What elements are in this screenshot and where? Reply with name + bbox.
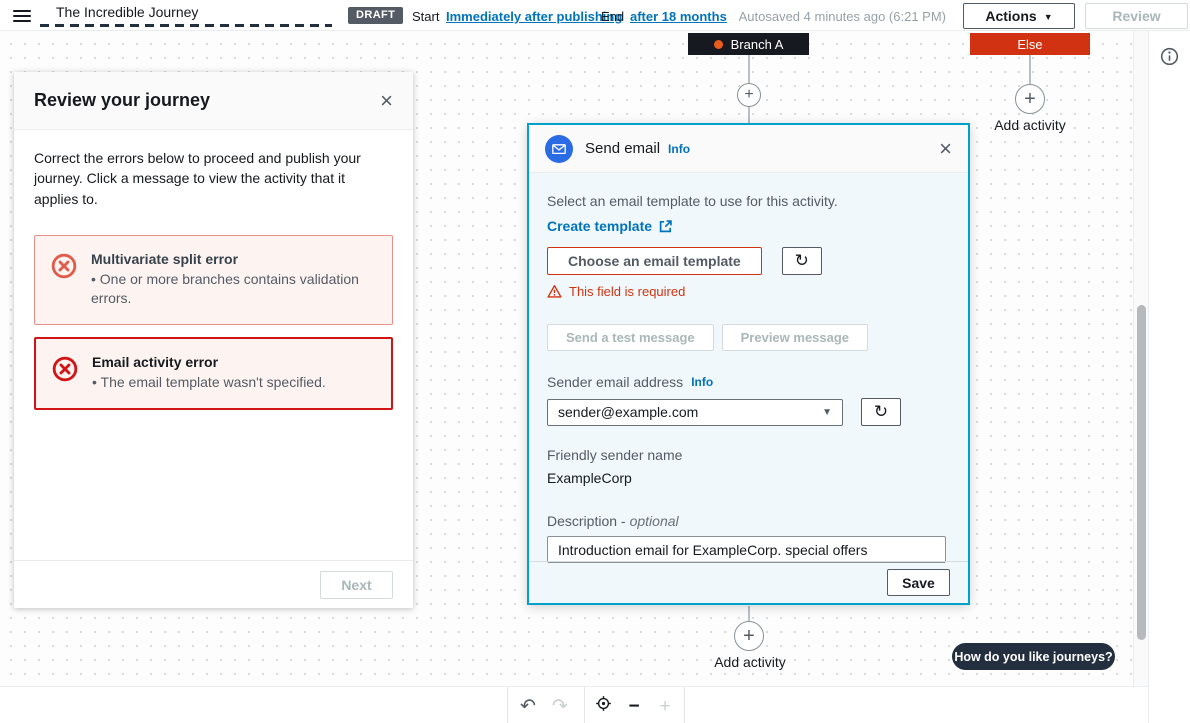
create-template-link[interactable]: Create template [547,218,950,234]
actions-button[interactable]: Actions▼ [963,3,1075,29]
refresh-icon: ↻ [874,402,888,421]
send-test-message-button[interactable]: Send a test message [547,324,714,351]
plus-icon: + [743,625,755,648]
external-link-icon [658,219,673,234]
canvas-scrollbar-thumb[interactable] [1137,305,1146,640]
canvas-scrollbar-track [1133,31,1148,686]
review-intro-text: Correct the errors below to proceed and … [34,148,393,209]
status-badge: DRAFT [348,7,403,24]
send-email-info-link[interactable]: Info [668,142,690,156]
toolbar-divider [684,687,685,723]
add-activity-else-button[interactable]: + [1015,84,1045,114]
chevron-down-icon: ▼ [1044,12,1053,22]
preview-message-button[interactable]: Preview message [722,324,868,351]
error-circle-icon [51,253,77,279]
plus-icon: + [1024,88,1036,111]
sender-email-select[interactable]: sender@example.com ▼ [547,399,843,426]
add-activity-bottom-button[interactable]: + [734,621,764,651]
description-optional-label: optional [630,513,679,529]
center-view-button[interactable] [588,691,618,721]
error-circle-icon [52,356,78,382]
error-card-multivariate[interactable]: Multivariate split error One or more bra… [34,235,393,325]
error-card-email-activity[interactable]: Email activity error The email template … [34,337,393,410]
warning-triangle-icon [547,284,562,299]
journeys-feedback-button[interactable]: How do you like journeys? [952,643,1115,670]
template-hint-text: Select an email template to use for this… [547,193,950,209]
error-message: The email template wasn't specified. [92,373,326,393]
required-field-error: This field is required [569,284,685,299]
send-email-dialog-footer: Save [529,561,968,603]
info-icon[interactable] [1160,47,1179,66]
top-bar: The Incredible Journey DRAFT Start Immed… [0,0,1190,31]
help-rail [1148,31,1190,723]
chevron-down-icon: ▼ [822,407,832,418]
dialog-title: Send email [585,140,660,157]
review-panel-header: Review your journey × [14,72,413,130]
end-label: End [601,9,624,24]
zoom-out-button[interactable]: − [619,691,649,721]
else-branch-chip[interactable]: Else [970,33,1090,55]
review-panel-title: Review your journey [34,90,210,111]
description-input[interactable] [547,536,946,563]
error-title: Multivariate split error [91,251,376,267]
error-message: One or more branches contains validation… [91,270,376,309]
sender-info-link[interactable]: Info [691,375,713,389]
refresh-templates-button[interactable]: ↻ [782,247,822,275]
hamburger-menu-icon[interactable] [13,7,31,23]
choose-email-template-button[interactable]: Choose an email template [547,247,762,275]
send-email-dialog-header: Send email Info × [529,125,968,173]
save-button[interactable]: Save [887,569,950,596]
autosaved-status: Autosaved 4 minutes ago (6:21 PM) [739,9,946,24]
start-label: Start [412,9,439,24]
toolbar-divider [507,687,508,723]
end-condition-link[interactable]: after 18 months [630,9,727,24]
description-label: Description - [547,513,626,529]
start-condition-link[interactable]: Immediately after publishing [446,9,622,24]
review-panel-footer: Next [14,560,413,608]
zoom-in-button[interactable]: + [650,691,680,721]
refresh-senders-button[interactable]: ↻ [861,398,901,426]
add-activity-label: Add activity [700,654,800,670]
journey-title-field[interactable]: The Incredible Journey [40,1,332,27]
friendly-sender-label: Friendly sender name [547,447,950,463]
next-button[interactable]: Next [320,571,393,599]
sender-email-label: Sender email address [547,374,683,390]
plus-icon: + [744,86,753,104]
canvas-toolbar: ↶ ↷ − + [0,686,1148,723]
center-view-icon [595,695,612,712]
send-email-dialog: Send email Info × Select an email templa… [527,123,970,605]
insert-activity-button[interactable]: + [737,83,761,107]
friendly-sender-value: ExampleCorp [547,470,950,486]
review-journey-panel: Review your journey × Correct the errors… [14,72,413,608]
undo-button[interactable]: ↶ [513,691,543,721]
email-activity-icon [545,135,573,163]
branch-a-label: Branch A [731,37,784,52]
journey-editor-screen: The Incredible Journey DRAFT Start Immed… [0,0,1190,723]
review-panel-body: Correct the errors below to proceed and … [14,130,413,410]
branch-dot-icon [714,40,723,49]
close-icon[interactable]: × [939,139,952,159]
close-icon[interactable]: × [380,91,393,111]
send-email-dialog-body: Select an email template to use for this… [529,173,968,563]
refresh-icon: ↻ [795,251,809,270]
add-activity-label: Add activity [985,117,1075,133]
error-title: Email activity error [92,354,326,370]
redo-button[interactable]: ↷ [545,691,575,721]
else-connector-line [1029,55,1031,86]
toolbar-divider [584,687,585,723]
review-button[interactable]: Review [1085,3,1188,29]
branch-a-chip[interactable]: Branch A [688,33,809,55]
else-label: Else [1017,37,1042,52]
